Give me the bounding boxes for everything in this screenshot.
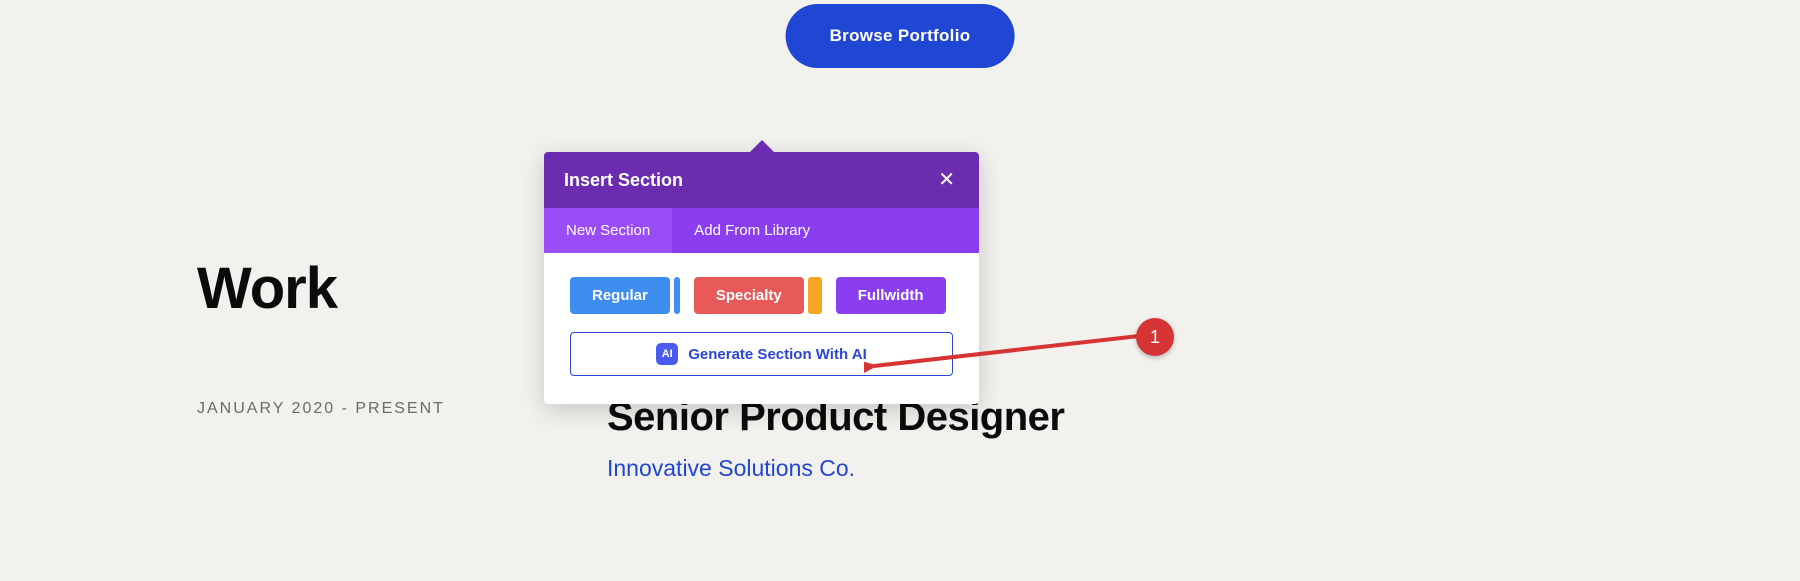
close-icon: ✕ xyxy=(938,169,955,191)
regular-section-button[interactable]: Regular xyxy=(570,277,670,314)
section-type-row: Regular Specialty Fullwidth xyxy=(570,277,953,314)
generate-ai-button[interactable]: AI Generate Section With AI xyxy=(570,332,953,376)
browse-portfolio-button[interactable]: Browse Portfolio xyxy=(786,4,1015,68)
specialty-section-button[interactable]: Specialty xyxy=(694,277,804,314)
generate-ai-label: Generate Section With AI xyxy=(688,346,867,363)
popup-header: Insert Section ✕ xyxy=(544,152,979,208)
tab-new-section[interactable]: New Section xyxy=(544,208,672,253)
popup-title: Insert Section xyxy=(564,170,683,191)
work-heading: Work xyxy=(197,255,337,322)
close-button[interactable]: ✕ xyxy=(934,166,959,194)
work-company: Innovative Solutions Co. xyxy=(607,455,855,482)
work-date-range: JANUARY 2020 - PRESENT xyxy=(197,400,445,418)
tab-add-from-library[interactable]: Add From Library xyxy=(672,208,832,253)
specialty-section-group: Specialty xyxy=(694,277,822,314)
regular-section-accent xyxy=(674,277,680,314)
ai-icon: AI xyxy=(656,343,678,365)
insert-section-popup: Insert Section ✕ New Section Add From Li… xyxy=(544,152,979,404)
popup-tabs: New Section Add From Library xyxy=(544,208,979,253)
regular-section-group: Regular xyxy=(570,277,680,314)
fullwidth-section-button[interactable]: Fullwidth xyxy=(836,277,946,314)
popup-body: Regular Specialty Fullwidth AI Generate … xyxy=(544,253,979,404)
specialty-section-accent xyxy=(808,277,822,314)
annotation-badge: 1 xyxy=(1136,318,1174,356)
